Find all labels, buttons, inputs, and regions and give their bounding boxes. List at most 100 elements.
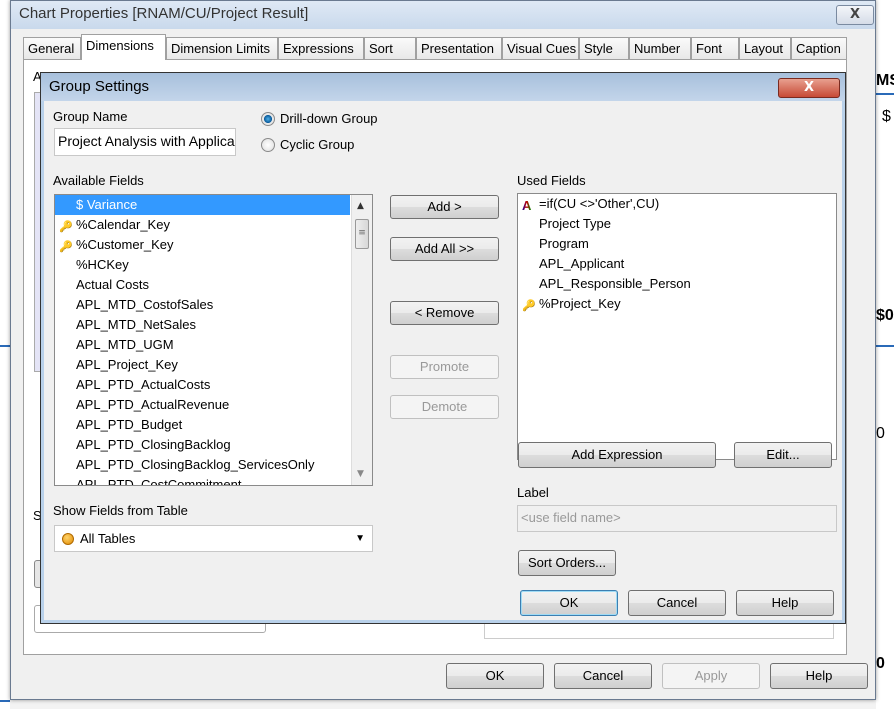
field-label: APL_Applicant <box>539 256 625 271</box>
available-field-item[interactable]: Actual Costs <box>55 275 372 295</box>
field-label: Project Type <box>539 216 612 231</box>
tab-visual-cues[interactable]: Visual Cues <box>502 37 579 59</box>
used-fields-label: Used Fields <box>517 173 586 188</box>
field-label: =if(CU <>'Other',CU) <box>539 196 660 211</box>
remove-button[interactable]: < Remove <box>390 301 499 325</box>
field-label: APL_Project_Key <box>76 357 178 372</box>
field-label: Actual Costs <box>76 277 149 292</box>
dialog-ok-button[interactable]: OK <box>520 590 618 616</box>
field-label: %Customer_Key <box>76 237 174 252</box>
tab-expressions[interactable]: Expressions <box>278 37 364 59</box>
available-field-item[interactable]: $ Variance <box>55 195 350 215</box>
radio-cyclic-group[interactable]: Cyclic Group <box>261 137 354 152</box>
key-icon: 🔑 <box>59 241 73 253</box>
group-name-label: Group Name <box>53 109 128 124</box>
used-field-item[interactable]: Program <box>518 234 836 254</box>
used-field-item[interactable]: APL_Responsible_Person <box>518 274 836 294</box>
tab-caption[interactable]: Caption <box>791 37 847 59</box>
available-fields-scrollbar[interactable]: ▲ ≡ ▼ <box>351 195 372 485</box>
field-label: Program <box>539 236 589 251</box>
field-label: APL_MTD_CostofSales <box>76 297 214 312</box>
available-field-item[interactable]: APL_PTD_ActualCosts <box>55 375 372 395</box>
promote-button[interactable]: Promote <box>390 355 499 379</box>
available-field-item[interactable]: 🔑 %Customer_Key <box>55 235 372 255</box>
label-input[interactable]: <use field name> <box>517 505 837 532</box>
group-name-input[interactable]: Project Analysis with Applica <box>54 128 236 156</box>
available-fields-list[interactable]: $ Variance 🔑 %Calendar_Key 🔑 %Customer_Key %H… <box>54 194 373 486</box>
used-field-item[interactable]: APL_Applicant <box>518 254 836 274</box>
scroll-up-icon[interactable]: ▲ <box>357 201 364 211</box>
tab-dimensions[interactable]: Dimensions <box>81 34 166 60</box>
window-title-bar: Chart Properties [RNAM/CU/Project Result… <box>11 1 875 29</box>
field-label: APL_Responsible_Person <box>539 276 691 291</box>
radio-drilldown-group[interactable]: Drill-down Group <box>261 111 378 126</box>
sort-orders-button[interactable]: Sort Orders... <box>518 550 616 576</box>
field-label: APL_PTD_ActualCosts <box>76 377 211 392</box>
available-field-item[interactable]: 🔑 %Calendar_Key <box>55 215 372 235</box>
available-field-item[interactable]: %HCKey <box>55 255 372 275</box>
edit-button[interactable]: Edit... <box>734 442 832 468</box>
field-label: $ Variance <box>76 197 138 212</box>
field-label: APL_PTD_ClosingBacklog_ServicesOnly <box>76 457 315 472</box>
apply-button[interactable]: Apply <box>662 663 760 689</box>
window-close-button[interactable]: X <box>836 5 874 25</box>
add-all-button[interactable]: Add All >> <box>390 237 499 261</box>
field-label: APL_PTD_CostCommitment <box>76 477 242 486</box>
available-field-item[interactable]: APL_PTD_ActualRevenue <box>55 395 372 415</box>
bg-text: MS <box>876 72 894 89</box>
show-fields-value: All Tables <box>80 531 136 546</box>
help-button[interactable]: Help <box>770 663 868 689</box>
used-field-item[interactable]: 🔑 %Project_Key <box>518 294 836 314</box>
bg-text: $ <box>882 108 891 125</box>
background-app-left <box>0 0 10 709</box>
dialog-close-button[interactable]: X <box>778 78 840 98</box>
available-field-item[interactable]: APL_PTD_ClosingBacklog_ServicesOnly <box>55 455 372 475</box>
window-title: Chart Properties [RNAM/CU/Project Result… <box>19 5 309 22</box>
label-label: Label <box>517 485 549 500</box>
field-label: %Calendar_Key <box>76 217 170 232</box>
show-fields-dropdown[interactable]: All Tables ▼ <box>54 525 373 552</box>
field-label: APL_PTD_Budget <box>76 417 183 432</box>
tab-style[interactable]: Style <box>579 37 629 59</box>
available-field-item[interactable]: APL_MTD_UGM <box>55 335 372 355</box>
dialog-title: Group Settings <box>49 78 150 95</box>
used-field-item[interactable]: Project Type <box>518 214 836 234</box>
dialog-help-button[interactable]: Help <box>736 590 834 616</box>
radio-unselected-icon <box>261 137 275 152</box>
radio-label: Drill-down Group <box>280 111 378 126</box>
expression-icon: A <box>522 196 531 216</box>
cancel-button[interactable]: Cancel <box>554 663 652 689</box>
key-icon: 🔑 <box>59 221 73 233</box>
table-orange-icon <box>62 532 74 545</box>
radio-label: Cyclic Group <box>280 137 355 152</box>
bg-text: 0 <box>876 655 885 672</box>
radio-selected-icon <box>261 111 275 126</box>
demote-button[interactable]: Demote <box>390 395 499 419</box>
tab-presentation[interactable]: Presentation <box>416 37 502 59</box>
available-field-item[interactable]: APL_PTD_Budget <box>55 415 372 435</box>
tab-layout[interactable]: Layout <box>739 37 791 59</box>
add-button[interactable]: Add > <box>390 195 499 219</box>
key-icon: 🔑 <box>522 300 536 312</box>
scroll-thumb[interactable]: ≡ <box>355 219 369 249</box>
tab-general[interactable]: General <box>23 37 81 59</box>
dialog-cancel-button[interactable]: Cancel <box>628 590 726 616</box>
field-label: %HCKey <box>76 257 129 272</box>
chevron-down-icon[interactable]: ▼ <box>355 533 365 544</box>
tab-number[interactable]: Number <box>629 37 691 59</box>
available-field-item[interactable]: APL_Project_Key <box>55 355 372 375</box>
scroll-down-icon[interactable]: ▼ <box>357 469 364 479</box>
tab-dimension-limits[interactable]: Dimension Limits <box>166 37 278 59</box>
available-field-item[interactable]: APL_MTD_CostofSales <box>55 295 372 315</box>
available-field-item[interactable]: APL_PTD_ClosingBacklog <box>55 435 372 455</box>
background-app-right: MS $ $0 0 0 <box>876 0 894 709</box>
available-field-item[interactable]: APL_MTD_NetSales <box>55 315 372 335</box>
add-expression-button[interactable]: Add Expression <box>518 442 716 468</box>
used-field-item[interactable]: A =if(CU <>'Other',CU) <box>518 194 836 214</box>
field-label: APL_PTD_ActualRevenue <box>76 397 230 412</box>
tab-font[interactable]: Font <box>691 37 739 59</box>
ok-button[interactable]: OK <box>446 663 544 689</box>
available-field-item[interactable]: APL_PTD_CostCommitment <box>55 475 372 486</box>
tab-sort[interactable]: Sort <box>364 37 416 59</box>
used-fields-list[interactable]: A =if(CU <>'Other',CU) Project Type Program… <box>517 193 837 460</box>
